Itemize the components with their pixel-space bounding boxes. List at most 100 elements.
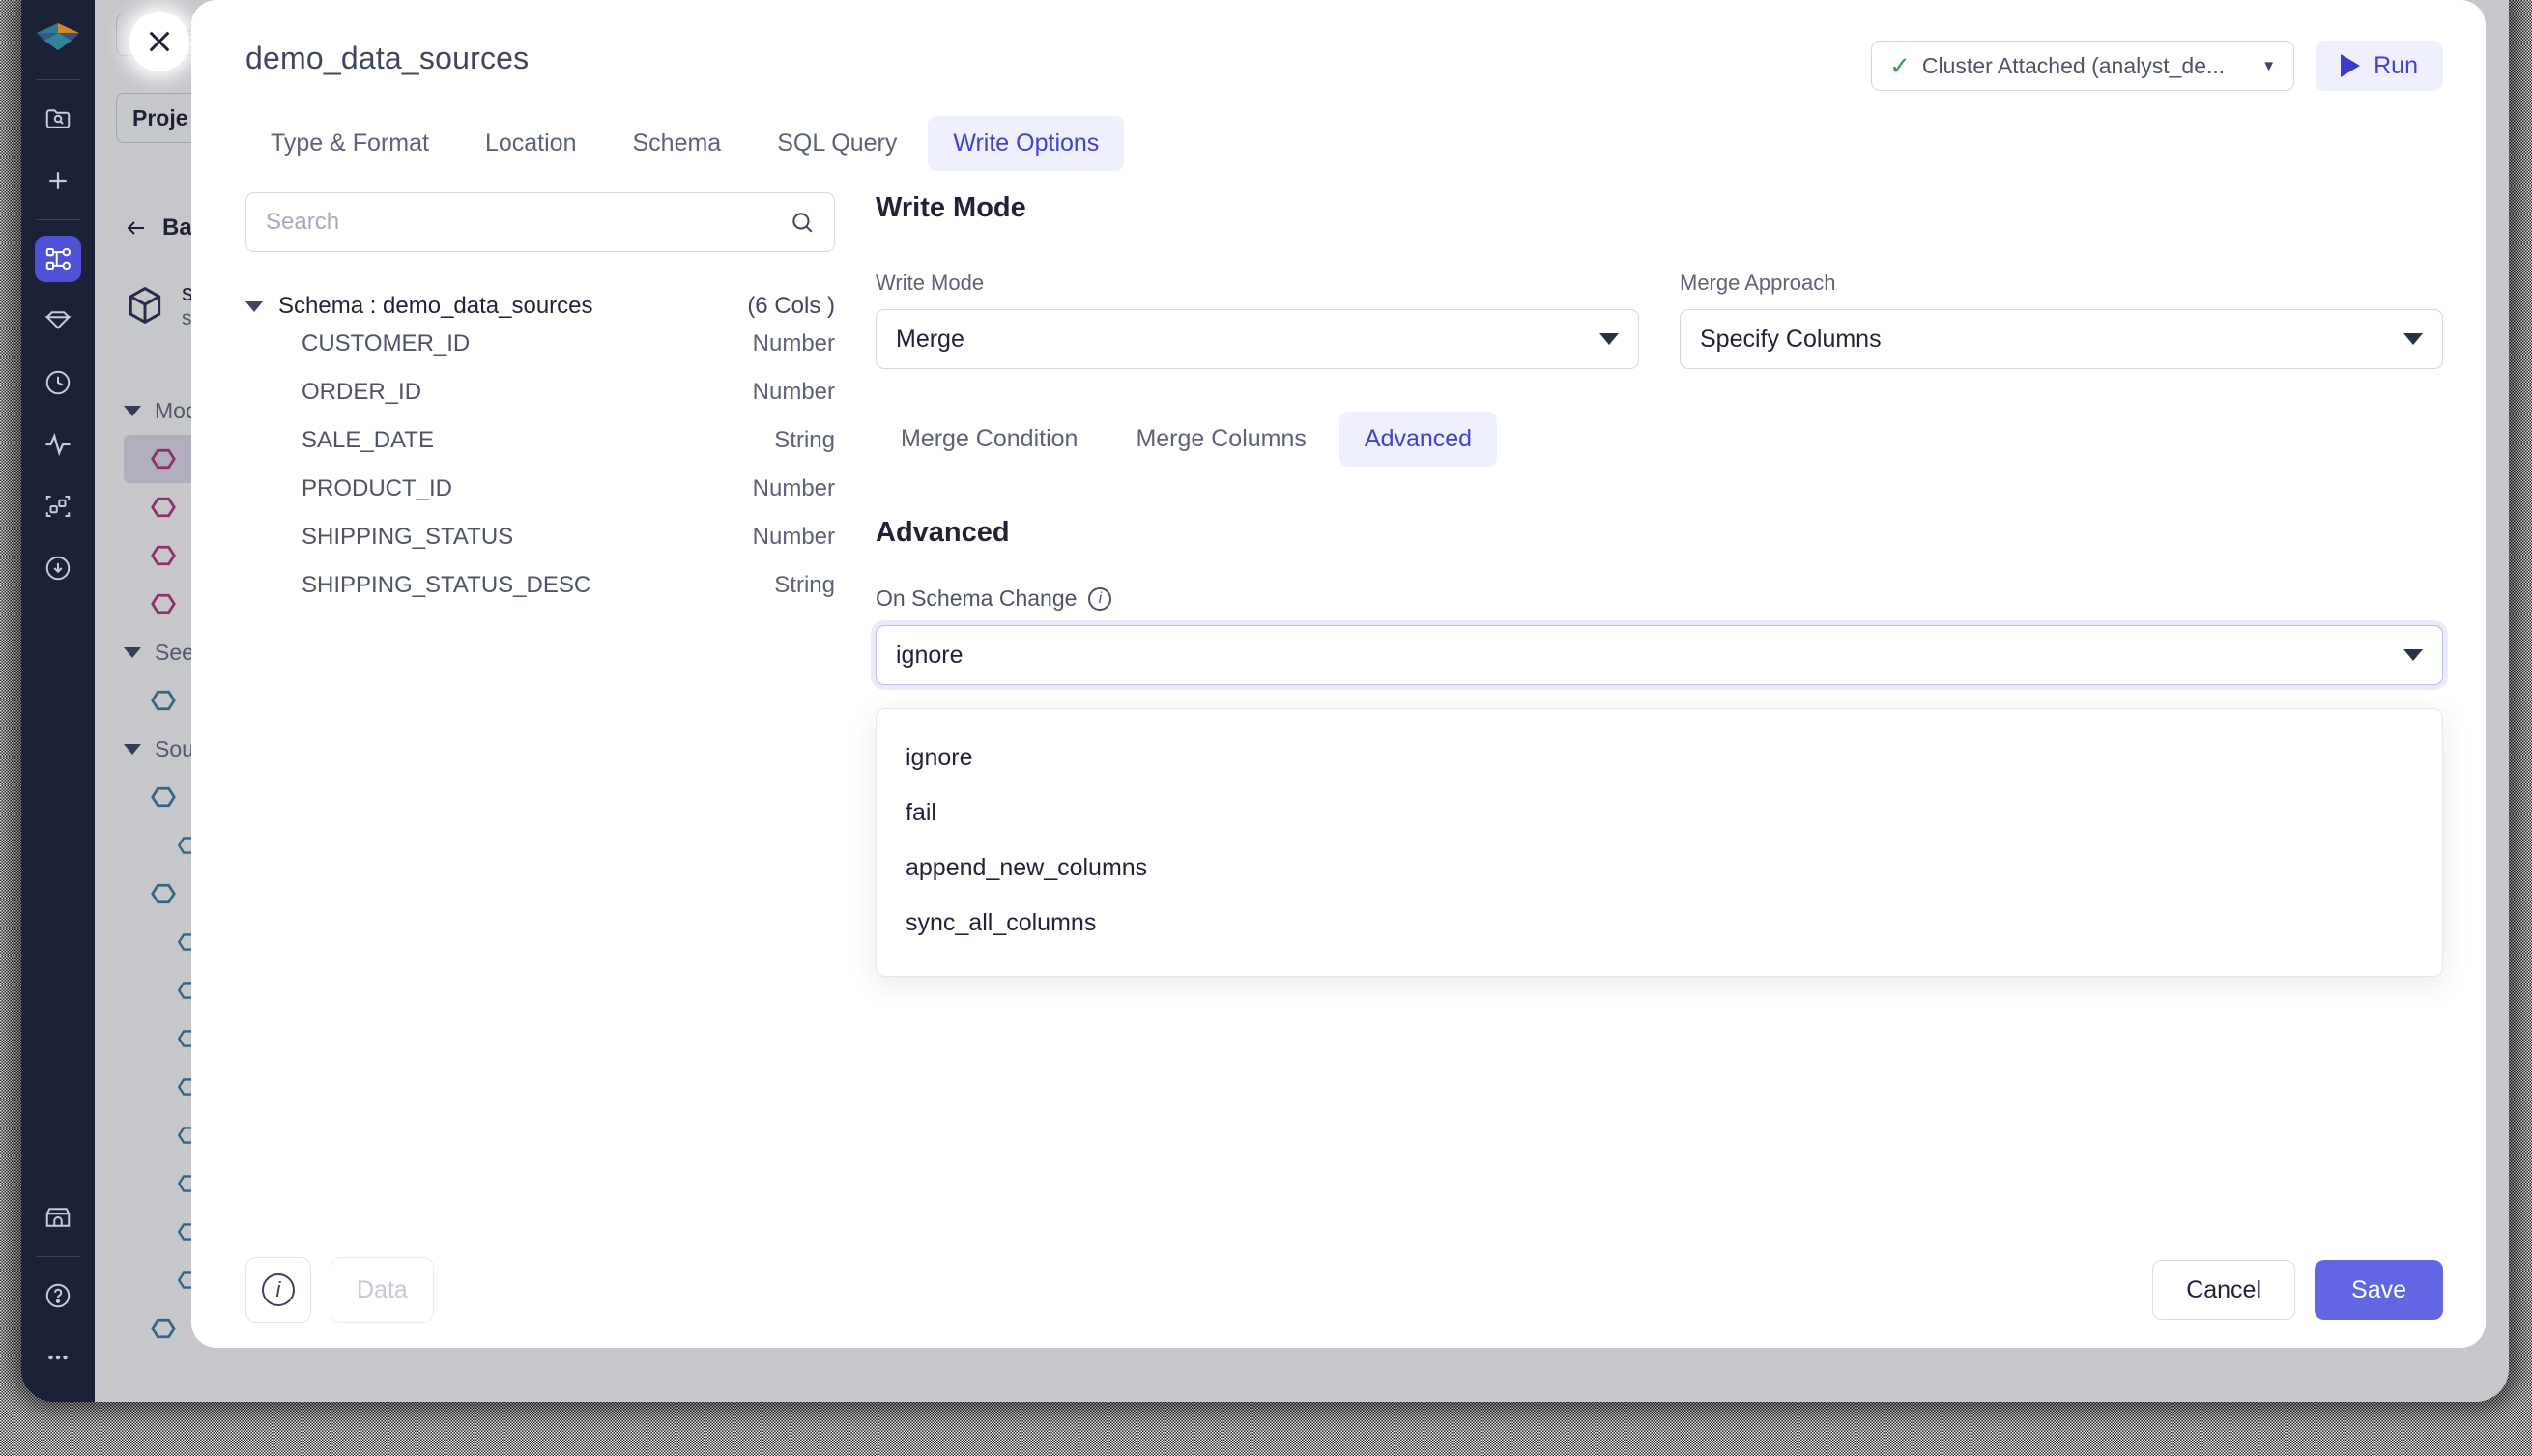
save-button[interactable]: Save [2315, 1260, 2443, 1320]
play-icon [2341, 54, 2361, 77]
save-button-label: Save [2351, 1275, 2406, 1303]
schema-column-type: Number [752, 524, 835, 550]
dropdown-option[interactable]: append_new_columns [877, 841, 2442, 896]
schema-column-type: Number [752, 330, 835, 357]
chevron-down-icon: ▼ [2261, 57, 2277, 74]
tab-location[interactable]: Location [460, 116, 602, 171]
tab-label: Schema [632, 129, 722, 157]
help-circle-icon[interactable] [35, 1272, 81, 1319]
merge-approach-select[interactable]: Specify Columns [1680, 309, 2443, 369]
write-mode-fields: Write Mode Merge Merge Approach Specify … [876, 271, 2443, 369]
schema-column-name: SHIPPING_STATUS [302, 524, 514, 550]
tab-label: Location [484, 129, 577, 157]
merge-approach-value: Specify Columns [1700, 325, 1882, 353]
caret-down-icon [245, 300, 263, 312]
diamond-icon[interactable] [35, 298, 81, 344]
merge-subtabs: Merge Condition Merge Columns Advanced [876, 412, 2443, 467]
schema-column-name: ORDER_ID [302, 379, 422, 405]
schema-column-type: Number [752, 475, 835, 501]
marketplace-icon[interactable] [35, 1194, 81, 1241]
subtab-merge-condition[interactable]: Merge Condition [876, 412, 1103, 467]
schema-tree-header-label: Schema : demo_data_sources [278, 293, 593, 319]
on-schema-change-dropdown[interactable]: ignore fail append_new_columns sync_all_col… [876, 708, 2443, 977]
modal-footer: i Data Cancel Save [191, 1232, 2486, 1348]
check-icon: ✓ [1889, 51, 1911, 80]
app-window: Search Proje Back to sql_co sql_tem Mode… [21, 0, 2509, 1402]
schema-column-row[interactable]: CUSTOMER_ID Number [245, 320, 835, 368]
on-schema-change-label: On Schema Change i [876, 585, 2443, 612]
modal-tabs: Type & Format Location Schema SQL Query Writ… [191, 91, 2486, 171]
on-schema-change-value: ignore [896, 641, 964, 669]
more-dots-icon[interactable] [35, 1334, 81, 1381]
dropdown-option[interactable]: fail [877, 785, 2442, 841]
schema-column-name: SALE_DATE [302, 427, 434, 453]
sidebar-rail [21, 0, 95, 1402]
activity-pulse-icon[interactable] [35, 421, 81, 468]
schema-search-input[interactable]: Search [245, 192, 835, 252]
search-icon[interactable] [790, 210, 815, 235]
chevron-down-icon [2403, 649, 2423, 661]
data-button-label: Data [357, 1275, 408, 1303]
folder-search-icon[interactable] [35, 96, 81, 142]
dropdown-option[interactable]: sync_all_columns [877, 896, 2442, 951]
schema-column-type: Number [752, 379, 835, 405]
schema-column-row[interactable]: SHIPPING_STATUS_DESC String [245, 561, 835, 610]
on-schema-change-select[interactable]: ignore [876, 625, 2443, 685]
subtab-label: Merge Condition [901, 425, 1079, 452]
pipeline-graph-icon[interactable] [35, 236, 81, 282]
schema-pane: Search Schema : demo_data_sources (6 Col… [245, 192, 835, 1232]
schema-column-row[interactable]: SALE_DATE String [245, 416, 835, 465]
app-logo[interactable] [32, 12, 84, 64]
schema-column-name: SHIPPING_STATUS_DESC [302, 572, 591, 598]
write-options-pane: Write Mode Write Mode Merge Merge Approa… [876, 192, 2443, 1232]
schema-column-row[interactable]: SHIPPING_STATUS Number [245, 513, 835, 561]
subtab-merge-columns[interactable]: Merge Columns [1110, 412, 1331, 467]
tab-label: Type & Format [271, 129, 429, 157]
schema-columns-list: CUSTOMER_ID Number ORDER_ID Number SALE_DATE… [245, 320, 835, 610]
header-actions: ✓ Cluster Attached (analyst_de... ▼ Run [1871, 41, 2443, 91]
write-mode-select[interactable]: Merge [876, 309, 1639, 369]
advanced-section-title: Advanced [876, 517, 1010, 548]
schema-tree-header[interactable]: Schema : demo_data_sources (6 Cols ) [245, 293, 835, 320]
subtab-label: Merge Columns [1136, 425, 1307, 452]
subtab-advanced[interactable]: Advanced [1338, 412, 1498, 467]
schema-column-type: String [774, 427, 835, 453]
rail-divider [36, 219, 80, 220]
footer-info-button[interactable]: i [245, 1257, 311, 1323]
rail-divider [36, 79, 80, 80]
chevron-down-icon [2403, 333, 2423, 345]
cluster-attached-dropdown[interactable]: ✓ Cluster Attached (analyst_de... ▼ [1871, 41, 2295, 91]
download-circle-icon[interactable] [35, 545, 81, 591]
schema-column-name: PRODUCT_ID [302, 475, 453, 501]
rail-divider [36, 1256, 80, 1257]
tab-sql-query[interactable]: SQL Query [752, 116, 922, 171]
schema-columns-count: (6 Cols ) [747, 293, 835, 319]
data-button[interactable]: Data [331, 1257, 434, 1323]
schema-search-placeholder: Search [266, 209, 340, 235]
schema-column-row[interactable]: PRODUCT_ID Number [245, 465, 835, 513]
tab-write-options[interactable]: Write Options [928, 116, 1125, 171]
tab-label: SQL Query [777, 129, 898, 157]
schema-column-name: CUSTOMER_ID [302, 330, 471, 357]
write-options-modal: demo_data_sources ✓ Cluster Attached (an… [191, 0, 2486, 1348]
write-mode-value: Merge [896, 325, 964, 353]
cancel-button[interactable]: Cancel [2152, 1260, 2296, 1320]
run-button[interactable]: Run [2316, 41, 2443, 91]
close-icon[interactable] [129, 12, 189, 71]
write-mode-label: Write Mode [876, 271, 985, 295]
tab-label: Write Options [953, 129, 1100, 157]
info-icon: i [262, 1273, 295, 1306]
clock-icon[interactable] [35, 359, 81, 406]
screen-root: Search Proje Back to sql_co sql_tem Mode… [0, 0, 2532, 1456]
info-icon[interactable]: i [1088, 586, 1112, 611]
tab-schema[interactable]: Schema [607, 116, 746, 171]
lineage-icon[interactable] [35, 483, 81, 529]
tab-type-format[interactable]: Type & Format [245, 116, 454, 171]
cluster-label: Cluster Attached (analyst_de... [1921, 52, 2226, 78]
on-schema-change-label-text: On Schema Change [876, 585, 1078, 611]
schema-column-row[interactable]: ORDER_ID Number [245, 368, 835, 416]
plus-icon[interactable] [35, 157, 81, 204]
run-button-label: Run [2374, 51, 2418, 79]
dropdown-option[interactable]: ignore [877, 730, 2442, 785]
chevron-down-icon [1599, 333, 1619, 345]
